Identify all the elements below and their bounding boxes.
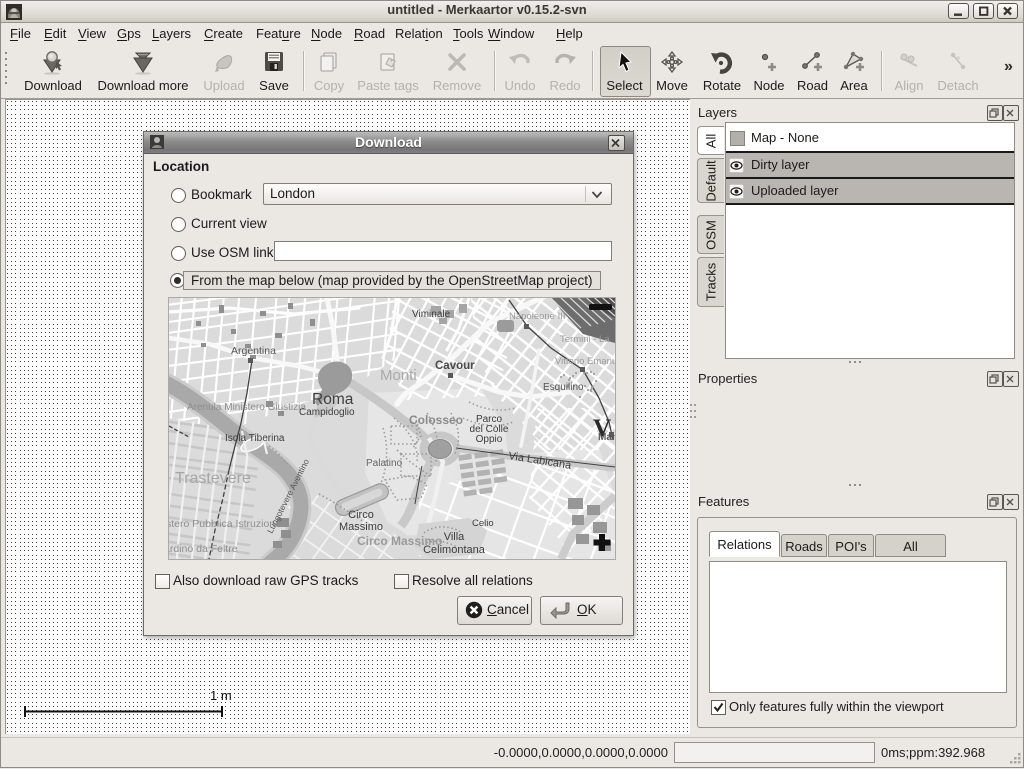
svg-text:Argentina: Argentina — [231, 345, 276, 357]
svg-text:stero Pubblica Istruzione: stero Pubblica Istruzione — [169, 518, 281, 530]
svg-text:Vittorio Emanuele: Vittorio Emanuele — [555, 356, 615, 367]
svg-text:Trastevere: Trastevere — [175, 470, 251, 487]
svg-text:Circo Massimo: Circo Massimo — [357, 534, 442, 548]
svg-text:Cavour: Cavour — [435, 360, 475, 372]
svg-text:Celio: Celio — [472, 518, 494, 529]
svg-text:Roma: Roma — [312, 391, 354, 408]
svg-text:Termini - La: Termini - La — [560, 334, 610, 345]
svg-text:Colosseo: Colosseo — [409, 413, 463, 427]
svg-text:Manzo: Manzo — [598, 432, 615, 443]
svg-text:Palatino: Palatino — [366, 458, 403, 469]
svg-text:Isola Tiberina: Isola Tiberina — [225, 433, 285, 444]
svg-text:Campidoglio: Campidoglio — [299, 407, 355, 418]
svg-text:Esquilino: Esquilino — [543, 382, 584, 393]
svg-text:ardino da Feltre: ardino da Feltre — [169, 543, 238, 555]
svg-text:Arenula Ministero Giustizia: Arenula Ministero Giustizia — [187, 402, 306, 413]
svg-text:Monti: Monti — [380, 367, 417, 384]
svg-text:1 m: 1 m — [210, 688, 232, 703]
svg-text:Viminale: Viminale — [412, 309, 451, 320]
svg-text:Napoleone III: Napoleone III — [509, 311, 566, 322]
